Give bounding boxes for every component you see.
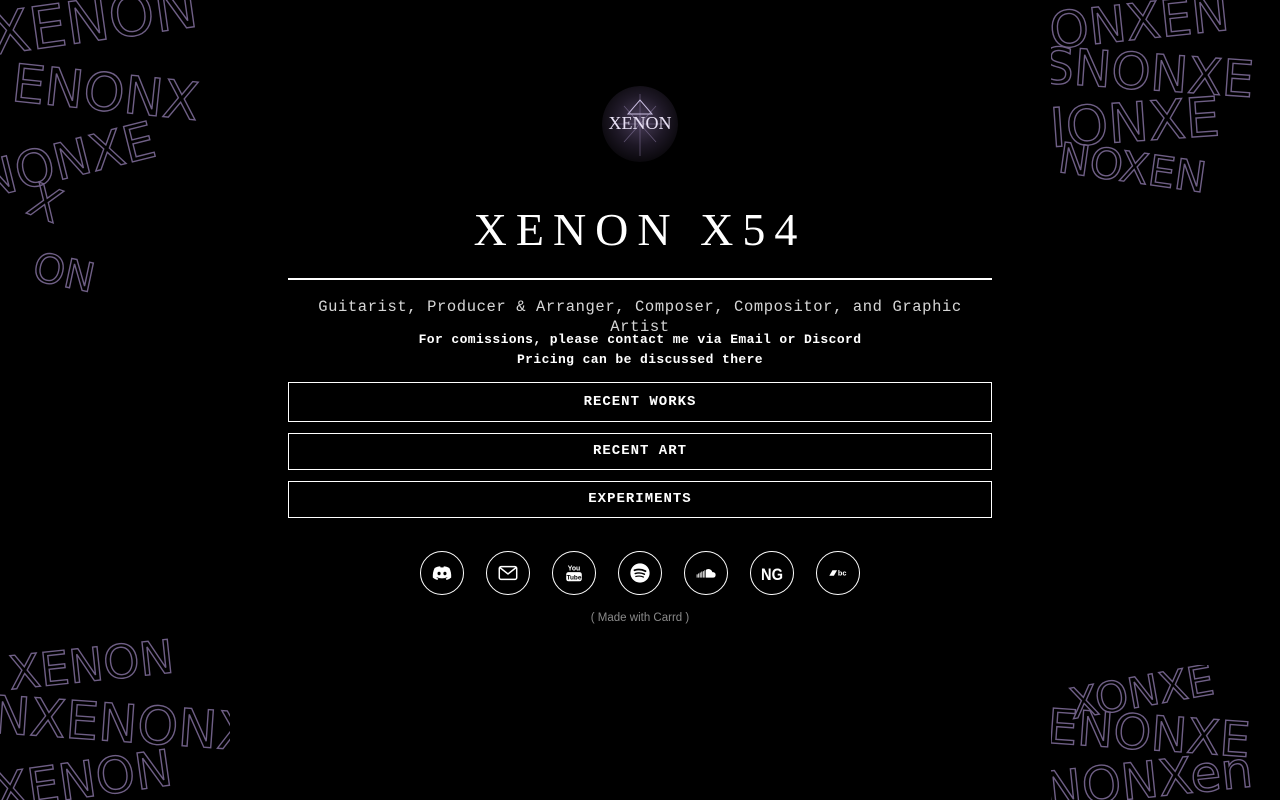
site-logo: XENON [602,86,678,162]
experiments-button[interactable]: EXPERIMENTS [288,481,992,518]
logo-text: XENON [609,113,672,133]
recent-works-button[interactable]: RECENT WORKS [288,382,992,422]
soundcloud-icon [696,568,716,578]
page-title: XENON X54 [473,204,807,255]
decorative-scribble-bottom-right: XONXE ENONXE NONXen [1051,665,1280,800]
svg-text:NONXE: NONXE [0,111,161,211]
svg-text:ON: ON [29,244,99,302]
svg-text:NG: NG [761,566,783,584]
newgrounds-icon: NG [761,566,783,584]
commission-notice: For comissions, please contact me via Em… [418,332,862,347]
decorative-scribble-bottom-left: XENON NXENONX XENON [0,630,230,800]
newgrounds-link[interactable]: NG [750,551,794,595]
discord-link[interactable] [420,551,464,595]
soundcloud-link[interactable] [684,551,728,595]
decorative-scribble-top-left: XENON ENONX NONXE X ON [0,0,230,310]
recent-art-button[interactable]: RECENT ART [288,433,992,470]
svg-text:bc: bc [838,569,847,578]
discord-icon [432,566,452,580]
title-divider [288,278,992,280]
svg-text:You: You [568,565,580,572]
social-icons: You Tube NG bc [288,551,992,595]
email-icon [498,565,518,581]
decorative-scribble-top-right: ONXEN SNONXE IONXE NOXEN [1051,0,1280,195]
bandcamp-icon: bc [829,569,847,578]
pricing-notice: Pricing can be discussed there [516,352,764,367]
spotify-icon [630,563,650,583]
youtube-icon: You Tube [566,565,582,581]
bandcamp-link[interactable]: bc [816,551,860,595]
spotify-link[interactable] [618,551,662,595]
made-with-carrd-link[interactable]: ( Made with Carrd ) [288,610,992,626]
email-link[interactable] [486,551,530,595]
svg-text:Tube: Tube [567,574,582,581]
youtube-link[interactable]: You Tube [552,551,596,595]
